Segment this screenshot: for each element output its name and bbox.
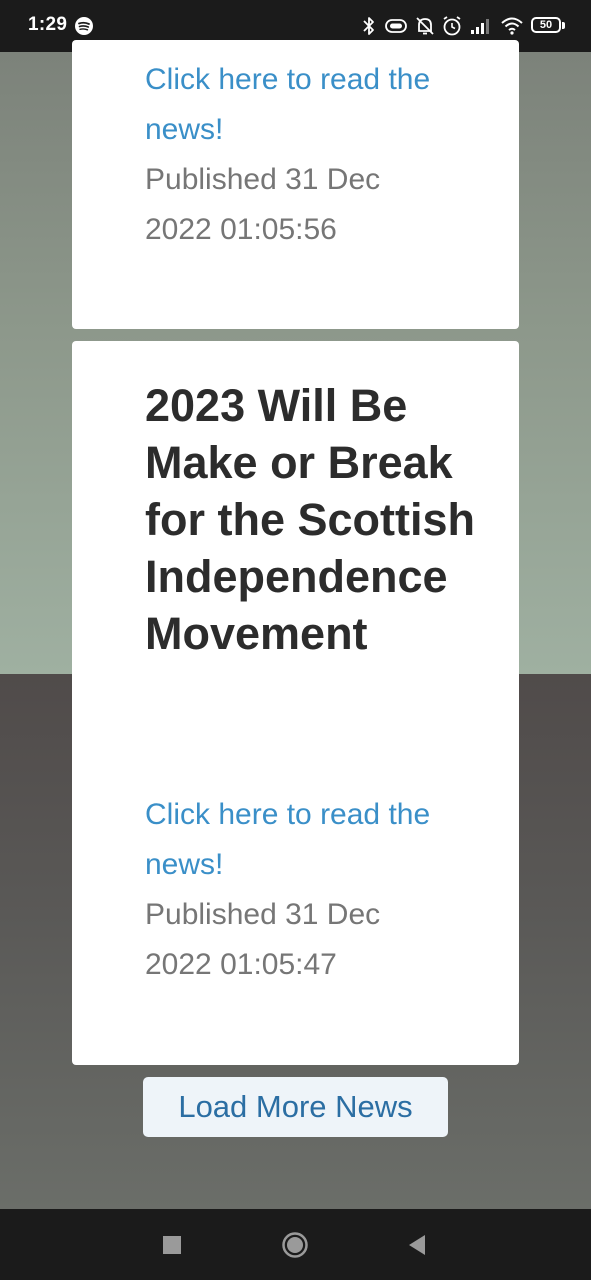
- read-news-link[interactable]: Click here to read the news!: [145, 790, 445, 890]
- status-time: 1:29: [28, 14, 68, 35]
- battery-level: 50: [539, 19, 553, 31]
- news-card: 2023 Will Be Make or Break for the Scott…: [72, 341, 519, 1065]
- battery-icon: 50: [531, 16, 567, 36]
- vibrate-icon: [385, 19, 407, 33]
- back-icon[interactable]: [406, 1233, 426, 1257]
- spotify-icon: [75, 17, 93, 35]
- wifi-icon: [501, 17, 523, 35]
- recents-icon[interactable]: [163, 1236, 181, 1254]
- read-news-link[interactable]: Click here to read the news!: [145, 55, 445, 155]
- load-more-button[interactable]: Load More News: [143, 1077, 448, 1137]
- navigation-bar: [0, 1209, 591, 1280]
- signal-icon: [471, 19, 489, 34]
- home-icon[interactable]: [281, 1231, 309, 1259]
- news-card: Click here to read the news! Published 3…: [72, 40, 519, 329]
- alarm-icon: [443, 16, 461, 36]
- published-date: Published 31 Dec 2022 01:05:56: [145, 163, 381, 246]
- published-date: Published 31 Dec 2022 01:05:47: [145, 898, 381, 981]
- bluetooth-icon: [363, 17, 374, 35]
- news-headline: 2023 Will Be Make or Break for the Scott…: [145, 380, 476, 659]
- status-icons: 50: [361, 14, 567, 38]
- bell-off-icon: [416, 17, 434, 35]
